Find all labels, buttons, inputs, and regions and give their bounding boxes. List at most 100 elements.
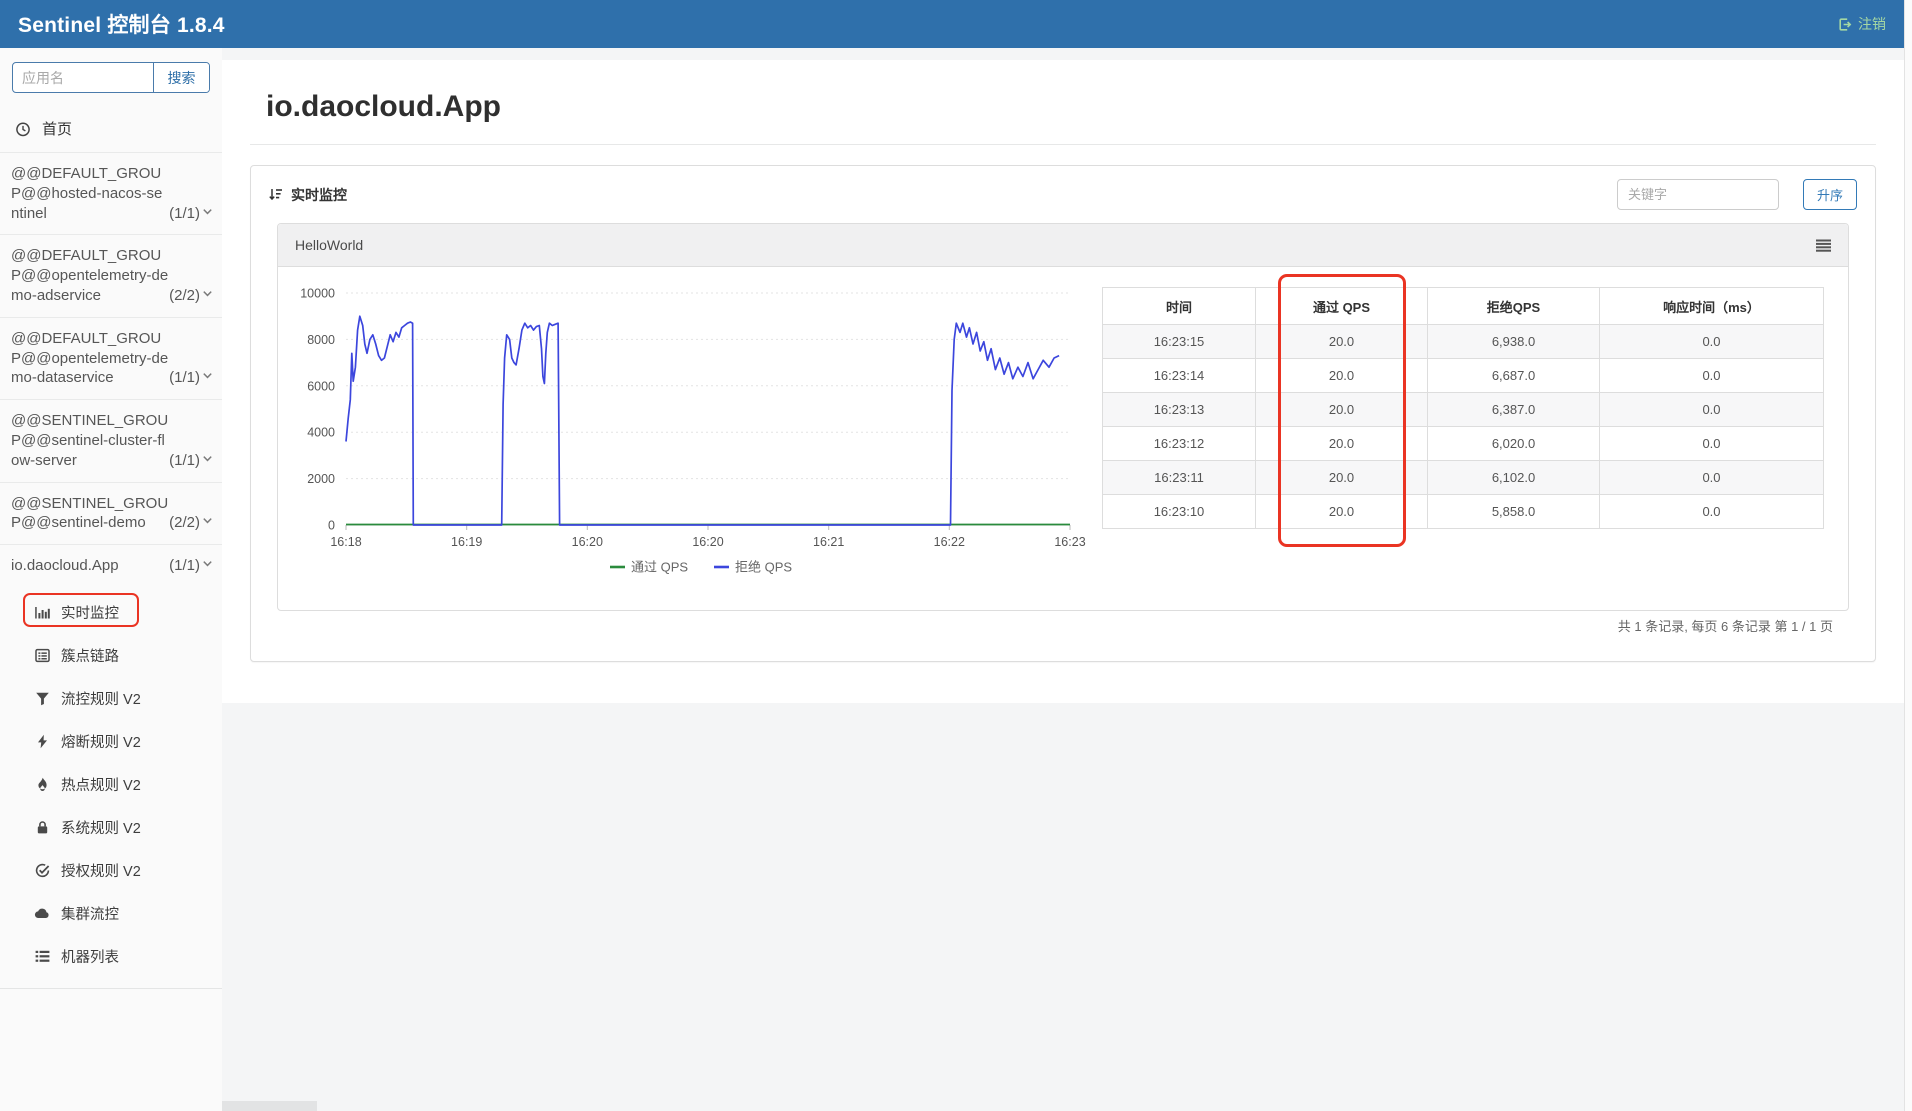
table-cell: 0.0 xyxy=(1600,325,1824,359)
app-group-label: @@SENTINEL_GROUP@@sentinel-demo xyxy=(11,494,169,534)
app-group-count: (1/1) xyxy=(169,556,214,576)
sidebar-app-group[interactable]: @@SENTINEL_GROUP@@sentinel-demo(2/2) xyxy=(0,482,222,545)
keyword-input[interactable] xyxy=(1617,179,1779,210)
svg-text:16:20: 16:20 xyxy=(572,535,603,549)
table-cell: 5,858.0 xyxy=(1428,495,1600,529)
chevron-down-icon xyxy=(200,556,214,576)
svg-text:16:19: 16:19 xyxy=(451,535,482,549)
app-group-count: (2/2) xyxy=(169,286,214,306)
logout-button[interactable]: 注销 xyxy=(1837,14,1886,34)
bolt-icon xyxy=(34,734,50,749)
sidebar-item-check-circle[interactable]: 授权规则 V2 xyxy=(0,849,222,892)
qps-table: 时间通过 QPS拒绝QPS响应时间（ms） 16:23:1520.06,938.… xyxy=(1102,287,1824,529)
svg-text:0: 0 xyxy=(328,519,335,533)
submenu-label: 授权规则 V2 xyxy=(61,860,141,881)
submenu-label: 热点规则 V2 xyxy=(61,774,141,795)
table-row: 16:23:1120.06,102.00.0 xyxy=(1103,461,1824,495)
sidebar-item-list-alt[interactable]: 簇点链路 xyxy=(0,634,222,677)
sidebar-item-bolt[interactable]: 熔断规则 V2 xyxy=(0,720,222,763)
fire-icon xyxy=(34,777,50,792)
sidebar-app-group[interactable]: @@DEFAULT_GROUP@@opentelemetry-demo-adse… xyxy=(0,234,222,316)
content-container: io.daocloud.App 实时监控 升序 xyxy=(222,60,1904,703)
bottom-strip xyxy=(222,1101,317,1111)
count-text: (1/1) xyxy=(169,204,200,224)
table-row: 16:23:1420.06,687.00.0 xyxy=(1103,359,1824,393)
submenu-label: 系统规则 V2 xyxy=(61,817,141,838)
count-text: (1/1) xyxy=(169,368,200,388)
table-cell: 0.0 xyxy=(1600,393,1824,427)
count-text: (1/1) xyxy=(169,451,200,471)
qps-line-chart: 0 2000 4000 6000 8000 10000 16:18 16:19 16:20 16:… xyxy=(282,279,1088,587)
sidebar-app-group[interactable]: @@DEFAULT_GROUP@@hosted-nacos-sentinel(1… xyxy=(0,152,222,234)
menu-icon[interactable] xyxy=(1816,239,1831,252)
resource-card: HelloWorld 020004000600080001000016:1816… xyxy=(277,223,1849,611)
table-cell: 6,387.0 xyxy=(1428,393,1600,427)
check-circle-icon xyxy=(34,863,50,878)
column-header: 通过 QPS xyxy=(1256,288,1428,325)
sidebar-item-fire[interactable]: 热点规则 V2 xyxy=(0,763,222,806)
scrollbar[interactable] xyxy=(1904,0,1912,1111)
sidebar-item-lock[interactable]: 系统规则 V2 xyxy=(0,806,222,849)
sidebar-item-filter[interactable]: 流控规则 V2 xyxy=(0,677,222,720)
app-group-count: (1/1) xyxy=(169,368,214,388)
panel-title-wrap: 实时监控 xyxy=(268,185,347,205)
svg-text:2000: 2000 xyxy=(307,472,335,486)
logout-icon xyxy=(1837,17,1852,32)
app-group-list: @@DEFAULT_GROUP@@hosted-nacos-sentinel(1… xyxy=(0,152,222,587)
sidebar-item-cloud[interactable]: 集群流控 xyxy=(0,892,222,935)
sidebar-item-home[interactable]: 首页 xyxy=(0,105,222,152)
submenu-label: 集群流控 xyxy=(61,903,119,924)
qps-table-container: 时间通过 QPS拒绝QPS响应时间（ms） 16:23:1520.06,938.… xyxy=(1102,287,1824,592)
svg-text:10000: 10000 xyxy=(300,287,335,301)
sidebar-item-bar-chart[interactable]: 实时监控 xyxy=(0,591,222,634)
page-title: io.daocloud.App xyxy=(222,60,1904,124)
main-area: io.daocloud.App 实时监控 升序 xyxy=(222,48,1904,1111)
divider xyxy=(250,144,1876,145)
qps-chart-container: 0 2000 4000 6000 8000 10000 16:18 16:19 16:20 16:… xyxy=(282,279,1088,592)
column-header: 时间 xyxy=(1103,288,1256,325)
submenu-label: 簇点链路 xyxy=(61,645,119,666)
svg-text:6000: 6000 xyxy=(307,379,335,393)
table-cell: 20.0 xyxy=(1256,427,1428,461)
count-text: (2/2) xyxy=(169,513,200,533)
home-label: 首页 xyxy=(42,118,72,139)
svg-text:16:23: 16:23 xyxy=(1054,535,1085,549)
svg-text:8000: 8000 xyxy=(307,333,335,347)
svg-text:拒绝 QPS: 拒绝 QPS xyxy=(735,560,792,575)
table-cell: 0.0 xyxy=(1600,461,1824,495)
table-header-row: 时间通过 QPS拒绝QPS响应时间（ms） xyxy=(1103,288,1824,325)
table-cell: 6,102.0 xyxy=(1428,461,1600,495)
app-group-label: @@DEFAULT_GROUP@@hosted-nacos-sentinel xyxy=(11,164,169,223)
table-cell: 20.0 xyxy=(1256,359,1428,393)
table-cell: 0.0 xyxy=(1600,495,1824,529)
column-header: 响应时间（ms） xyxy=(1600,288,1824,325)
sort-amount-icon xyxy=(268,187,283,202)
column-header: 拒绝QPS xyxy=(1428,288,1600,325)
table-cell: 16:23:15 xyxy=(1103,325,1256,359)
sidebar-item-list[interactable]: 机器列表 xyxy=(0,935,222,978)
app-search-input[interactable] xyxy=(13,63,153,92)
table-cell: 20.0 xyxy=(1256,495,1428,529)
search-button[interactable]: 搜索 xyxy=(153,63,209,92)
table-cell: 0.0 xyxy=(1600,427,1824,461)
svg-text:通过 QPS: 通过 QPS xyxy=(631,560,688,575)
sort-asc-button[interactable]: 升序 xyxy=(1803,179,1857,210)
sidebar-app-group[interactable]: @@DEFAULT_GROUP@@opentelemetry-demo-data… xyxy=(0,317,222,399)
panel-title: 实时监控 xyxy=(291,185,347,205)
svg-text:16:21: 16:21 xyxy=(813,535,844,549)
bar-chart-icon xyxy=(34,605,50,620)
app-group-label: @@SENTINEL_GROUP@@sentinel-cluster-flow-… xyxy=(11,411,169,470)
sidebar-app-group[interactable]: io.daocloud.App(1/1) xyxy=(0,544,222,587)
sidebar-app-group[interactable]: @@SENTINEL_GROUP@@sentinel-cluster-flow-… xyxy=(0,399,222,481)
svg-text:4000: 4000 xyxy=(307,426,335,440)
count-text: (2/2) xyxy=(169,286,200,306)
table-row: 16:23:1020.05,858.00.0 xyxy=(1103,495,1824,529)
list-icon xyxy=(34,950,50,963)
table-cell: 16:23:11 xyxy=(1103,461,1256,495)
svg-text:16:18: 16:18 xyxy=(330,535,361,549)
svg-text:16:20: 16:20 xyxy=(692,535,723,549)
table-cell: 20.0 xyxy=(1256,461,1428,495)
lock-icon xyxy=(34,820,50,835)
submenu-label: 流控规则 V2 xyxy=(61,688,141,709)
chevron-down-icon xyxy=(200,204,214,224)
